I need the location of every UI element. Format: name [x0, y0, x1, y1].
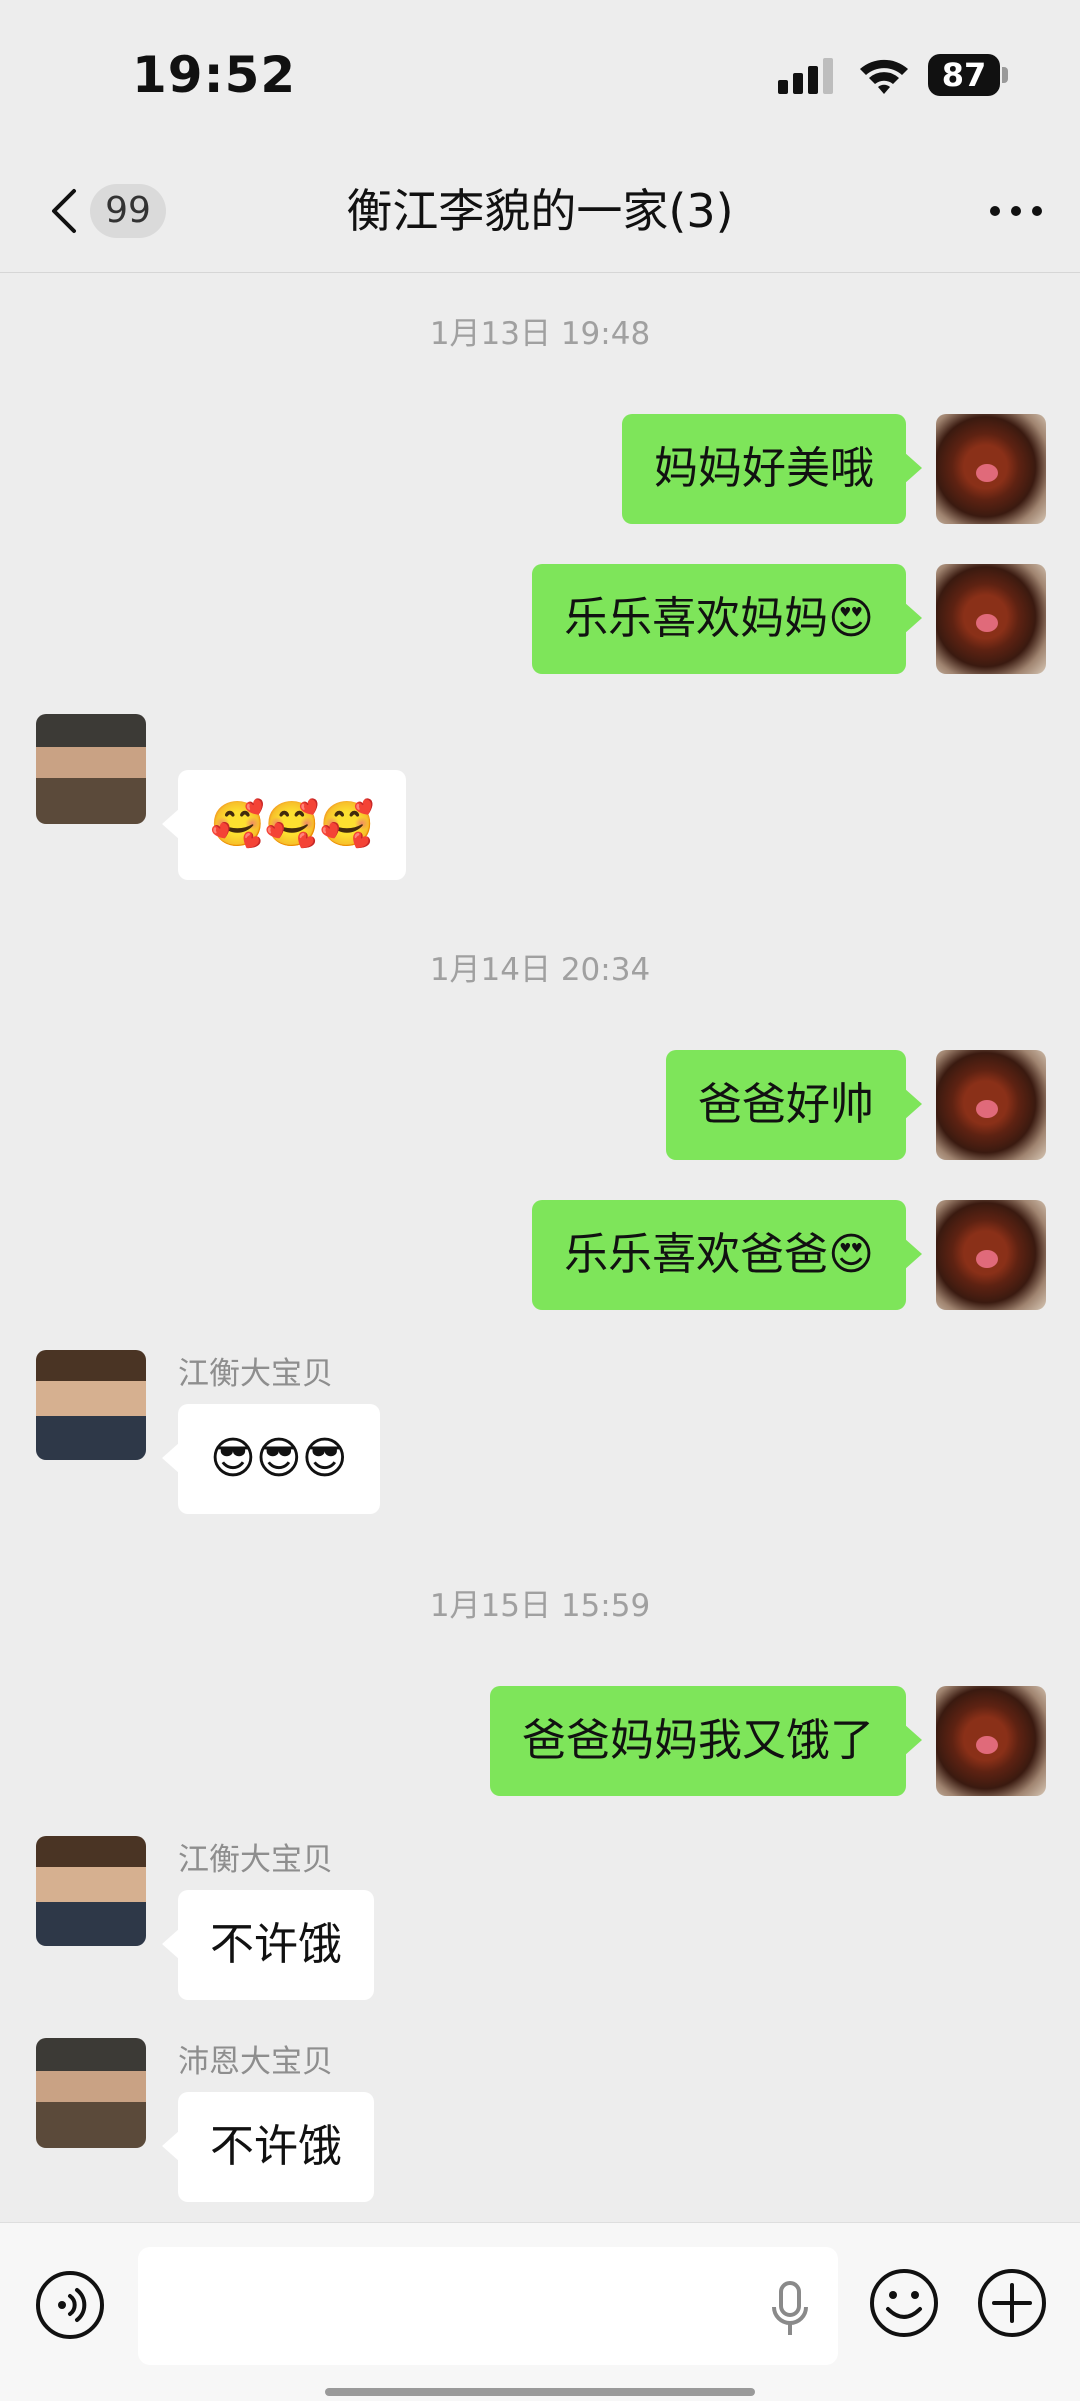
plus-icon[interactable]	[976, 2267, 1048, 2339]
cellular-signal-icon	[778, 58, 833, 94]
avatar[interactable]	[936, 1050, 1046, 1160]
chevron-left-icon	[52, 189, 76, 233]
voice-button[interactable]	[36, 2271, 104, 2339]
timestamp: 1月15日 15:59	[429, 1588, 651, 1624]
battery-icon: 87	[928, 54, 1010, 96]
timestamp: 1月13日 19:48	[429, 316, 651, 352]
home-indicator[interactable]	[325, 2388, 755, 2396]
sender-name: 沛恩大宝贝	[178, 2044, 333, 2080]
emoji-icon[interactable]	[868, 2267, 940, 2339]
microphone-icon[interactable]	[770, 2281, 810, 2337]
avatar[interactable]	[936, 414, 1046, 524]
voice-icon	[58, 2288, 87, 2322]
timestamp: 1月14日 20:34	[429, 952, 651, 988]
more-button[interactable]	[976, 184, 1056, 238]
message-bubble[interactable]: 乐乐喜欢爸爸😍	[532, 1200, 922, 1310]
avatar[interactable]	[936, 564, 1046, 674]
wifi-icon	[860, 59, 908, 94]
message-bubble[interactable]: 爸爸妈妈我又饿了	[490, 1686, 922, 1796]
avatar[interactable]	[36, 1836, 146, 1946]
unread-count-badge: 99	[90, 184, 166, 238]
avatar[interactable]	[936, 1686, 1046, 1796]
chat-title: 衡江李貌的一家(3)	[346, 184, 734, 238]
sender-name: 江衡大宝贝	[178, 1356, 333, 1392]
avatar[interactable]	[36, 2038, 146, 2148]
avatar[interactable]	[36, 714, 146, 824]
battery-level: 87	[928, 54, 1000, 96]
status-bar: 19:52 87	[0, 0, 1080, 150]
back-button[interactable]: 99	[48, 180, 178, 242]
message-bubble[interactable]: 不许饿	[162, 2092, 374, 2202]
message-bubble[interactable]: 😎😎😎	[162, 1404, 380, 1514]
avatar[interactable]	[36, 1350, 146, 1460]
input-bar	[0, 2222, 1080, 2401]
sender-name: 江衡大宝贝	[178, 1842, 333, 1878]
message-input[interactable]	[138, 2247, 838, 2365]
message-bubble[interactable]: 🥰🥰🥰	[161, 770, 407, 880]
chat-header: 99 衡江李貌的一家(3)	[0, 150, 1080, 273]
message-bubble[interactable]: 不许饿	[162, 1890, 374, 2000]
message-bubble[interactable]: 爸爸好帅	[666, 1050, 922, 1160]
message-bubble[interactable]: 妈妈好美哦	[622, 414, 922, 524]
avatar[interactable]	[936, 1200, 1046, 1310]
status-time: 19:52	[132, 46, 297, 104]
message-bubble[interactable]: 乐乐喜欢妈妈😍	[532, 564, 922, 674]
